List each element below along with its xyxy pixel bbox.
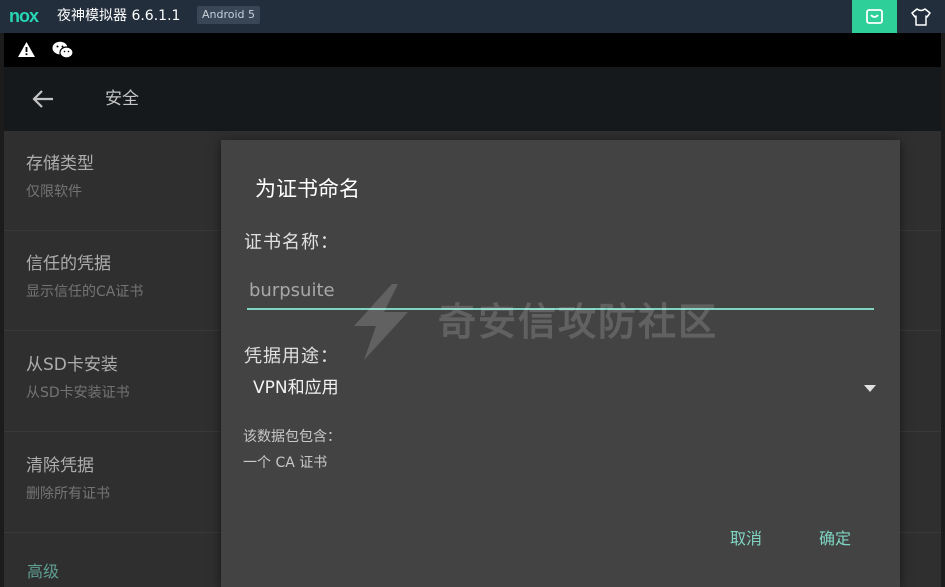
android-version-badge: Android 5 [197, 6, 261, 24]
dialog-title: 为证书命名 [255, 177, 360, 201]
page-title: 安全 [105, 89, 139, 109]
credential-usage-value: VPN和应用 [253, 378, 339, 398]
name-certificate-dialog: 为证书命名 证书名称： 凭据用途： VPN和应用 该数据包包含： 一个 CA 证… [221, 140, 900, 587]
emulator-title-bar: nox 夜神模拟器 6.6.1.1 Android 5 [0, 0, 945, 33]
package-contents-label: 该数据包包含： [243, 429, 341, 445]
ok-button[interactable]: 确定 [819, 529, 851, 549]
emulator-title: 夜神模拟器 6.6.1.1 [57, 8, 181, 24]
certificate-name-input[interactable] [247, 276, 874, 310]
cancel-button[interactable]: 取消 [730, 529, 762, 549]
caret-down-icon [864, 385, 876, 392]
arrow-left-icon[interactable] [32, 89, 54, 109]
bag-button[interactable] [852, 0, 897, 33]
android-status-bar [4, 33, 941, 67]
wechat-icon [52, 41, 74, 59]
warning-icon [18, 42, 35, 57]
action-bar: 安全 [4, 67, 941, 131]
package-contents-item: 一个 CA 证书 [243, 455, 328, 471]
nox-logo: nox [9, 6, 39, 26]
credential-usage-label: 凭据用途： [244, 346, 339, 367]
shirt-icon [911, 8, 931, 26]
bag-icon [866, 9, 883, 24]
credential-usage-select[interactable]: VPN和应用 [244, 374, 876, 404]
certificate-name-label: 证书名称： [244, 232, 339, 253]
skin-button[interactable] [897, 0, 945, 33]
